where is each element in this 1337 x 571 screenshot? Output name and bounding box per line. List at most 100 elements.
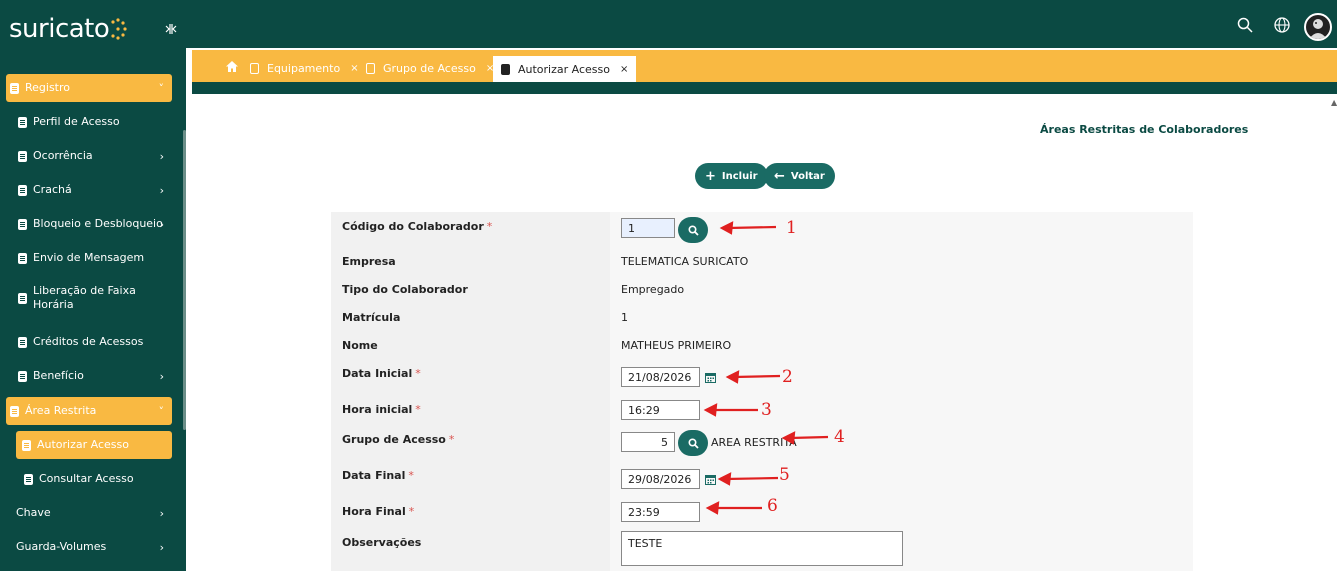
sidebar-item-label: Guarda-Volumes: [16, 540, 107, 553]
document-icon: [501, 63, 510, 75]
calendar-icon[interactable]: [705, 372, 716, 383]
search-icon: [687, 224, 699, 236]
document-icon: [18, 336, 27, 348]
document-icon: [18, 252, 27, 264]
observacoes-label: Observações: [342, 536, 422, 549]
back-button[interactable]: ← Voltar: [764, 163, 835, 189]
sidebar-item-10[interactable]: Autorizar Acesso: [16, 431, 172, 459]
sidebar-item-8[interactable]: Benefício ›: [6, 362, 172, 390]
sidebar-scrollbar[interactable]: [183, 130, 186, 430]
sidebar-item-13[interactable]: Guarda-Volumes ›: [6, 533, 172, 561]
hora-final-input[interactable]: 23:59: [621, 502, 700, 522]
document-icon: [18, 116, 27, 128]
annotation-1: 1: [786, 218, 797, 238]
add-button[interactable]: + Incluir: [695, 163, 768, 189]
page-title: Áreas Restritas de Colaboradores: [1040, 123, 1249, 136]
annotation-6: 6: [767, 496, 778, 516]
tab-label: Autorizar Acesso: [518, 62, 610, 76]
globe-icon[interactable]: [1274, 17, 1290, 33]
matricula-label: Matrícula: [342, 311, 401, 324]
calendar-icon[interactable]: [705, 474, 716, 485]
sidebar-item-label: Ocorrência: [33, 149, 93, 162]
codigo-input[interactable]: 1: [621, 218, 675, 238]
scroll-up-icon[interactable]: ▲: [1331, 98, 1337, 107]
sidebar-item-label: Consultar Acesso: [39, 472, 134, 485]
sidebar-item-6[interactable]: Liberação de Faixa Horária: [6, 278, 172, 318]
annotation-4: 4: [834, 427, 845, 447]
tipo-label: Tipo do Colaborador: [342, 283, 468, 296]
grupo-input[interactable]: 5: [621, 432, 675, 452]
chevron-icon: ˅: [158, 81, 165, 95]
sidebar-item-label: Perfil de Acesso: [33, 115, 120, 128]
document-icon: [18, 218, 27, 230]
document-icon: [10, 405, 19, 417]
document-icon: [10, 82, 19, 94]
document-icon: [18, 292, 27, 304]
tab-equipamento[interactable]: Equipamento ×: [250, 56, 359, 80]
observacoes-textarea[interactable]: TESTE: [621, 531, 903, 566]
document-icon: [22, 439, 31, 451]
home-icon[interactable]: [225, 60, 239, 73]
document-icon: [18, 184, 27, 196]
codigo-label: Código do Colaborador *: [342, 220, 493, 233]
data-final-label: Data Final *: [342, 469, 414, 482]
sidebar-item-label: Benefício: [33, 369, 84, 382]
tab-grupo-de-acesso[interactable]: Grupo de Acesso ×: [366, 56, 494, 80]
close-icon[interactable]: ×: [620, 64, 628, 75]
sidebar-item-label: Envio de Mensagem: [33, 251, 145, 264]
empresa-label: Empresa: [342, 255, 396, 268]
grupo-label: Grupo de Acesso *: [342, 433, 455, 446]
nome-value: MATHEUS PRIMEIRO: [621, 339, 732, 352]
document-icon: [366, 62, 375, 74]
grupo-search-button[interactable]: [678, 430, 708, 456]
tab-label: Equipamento: [267, 61, 341, 75]
sidebar-item-0[interactable]: Registro ˅: [6, 74, 172, 102]
sidebar-item-label: Chave: [16, 506, 51, 519]
sidebar-item-label: Registro: [25, 81, 71, 94]
sidebar-item-label: Bloqueio e Desbloqueio: [33, 217, 163, 230]
search-icon: [687, 437, 699, 449]
chevron-icon: ›: [159, 369, 164, 383]
sidebar-item-7[interactable]: Créditos de Acessos: [6, 328, 172, 356]
chevron-icon: ˅: [158, 404, 165, 418]
app-logo[interactable]: suricato: [9, 14, 110, 44]
back-button-label: Voltar: [790, 170, 825, 182]
collapse-sidebar-icon[interactable]: [164, 22, 178, 36]
chevron-icon: ›: [159, 217, 164, 231]
sidebar-item-label: Créditos de Acessos: [33, 335, 144, 348]
chevron-icon: ›: [159, 540, 164, 554]
hora-inicial-input[interactable]: 16:29: [621, 400, 700, 420]
sidebar-item-9[interactable]: Área Restrita ˅: [6, 397, 172, 425]
sidebar-item-4[interactable]: Bloqueio e Desbloqueio ›: [6, 210, 172, 238]
sidebar-item-label: Autorizar Acesso: [37, 438, 129, 451]
data-final-input[interactable]: 29/08/2026: [621, 469, 700, 489]
sidebar-item-label: Liberação de Faixa Horária: [33, 284, 136, 311]
document-icon: [24, 473, 33, 485]
search-icon[interactable]: [1237, 17, 1253, 33]
tab-bar-strip: [192, 82, 1337, 94]
annotation-2: 2: [782, 367, 793, 387]
tab-autorizar-acesso[interactable]: Autorizar Acesso ×: [493, 56, 637, 82]
grupo-description: AREA RESTRITA: [711, 436, 797, 449]
nome-label: Nome: [342, 339, 378, 352]
sidebar-item-3[interactable]: Crachá ›: [6, 176, 172, 204]
sidebar: suricato Registro ˅ Perfil de Acesso Ocorrê…: [0, 0, 186, 571]
annotation-3: 3: [761, 400, 772, 420]
sidebar-item-12[interactable]: Chave ›: [6, 499, 172, 527]
sidebar-item-label: Área Restrita: [25, 404, 97, 417]
sidebar-item-11[interactable]: Consultar Acesso: [6, 465, 172, 493]
sidebar-item-1[interactable]: Perfil de Acesso: [6, 108, 172, 136]
close-icon[interactable]: ×: [350, 63, 358, 74]
sidebar-item-2[interactable]: Ocorrência ›: [6, 142, 172, 170]
sidebar-item-5[interactable]: Envio de Mensagem: [6, 244, 172, 272]
empresa-value: TELEMATICA SURICATO: [621, 255, 749, 268]
data-inicial-input[interactable]: 21/08/2026: [621, 367, 700, 387]
codigo-search-button[interactable]: [678, 217, 708, 243]
logo-dots-icon: [111, 18, 127, 40]
hora-final-label: Hora Final *: [342, 505, 415, 518]
tab-label: Grupo de Acesso: [383, 61, 476, 75]
user-avatar[interactable]: [1304, 13, 1332, 41]
add-button-label: Incluir: [721, 170, 758, 182]
tipo-value: Empregado: [621, 283, 685, 296]
sidebar-item-label: Crachá: [33, 183, 72, 196]
